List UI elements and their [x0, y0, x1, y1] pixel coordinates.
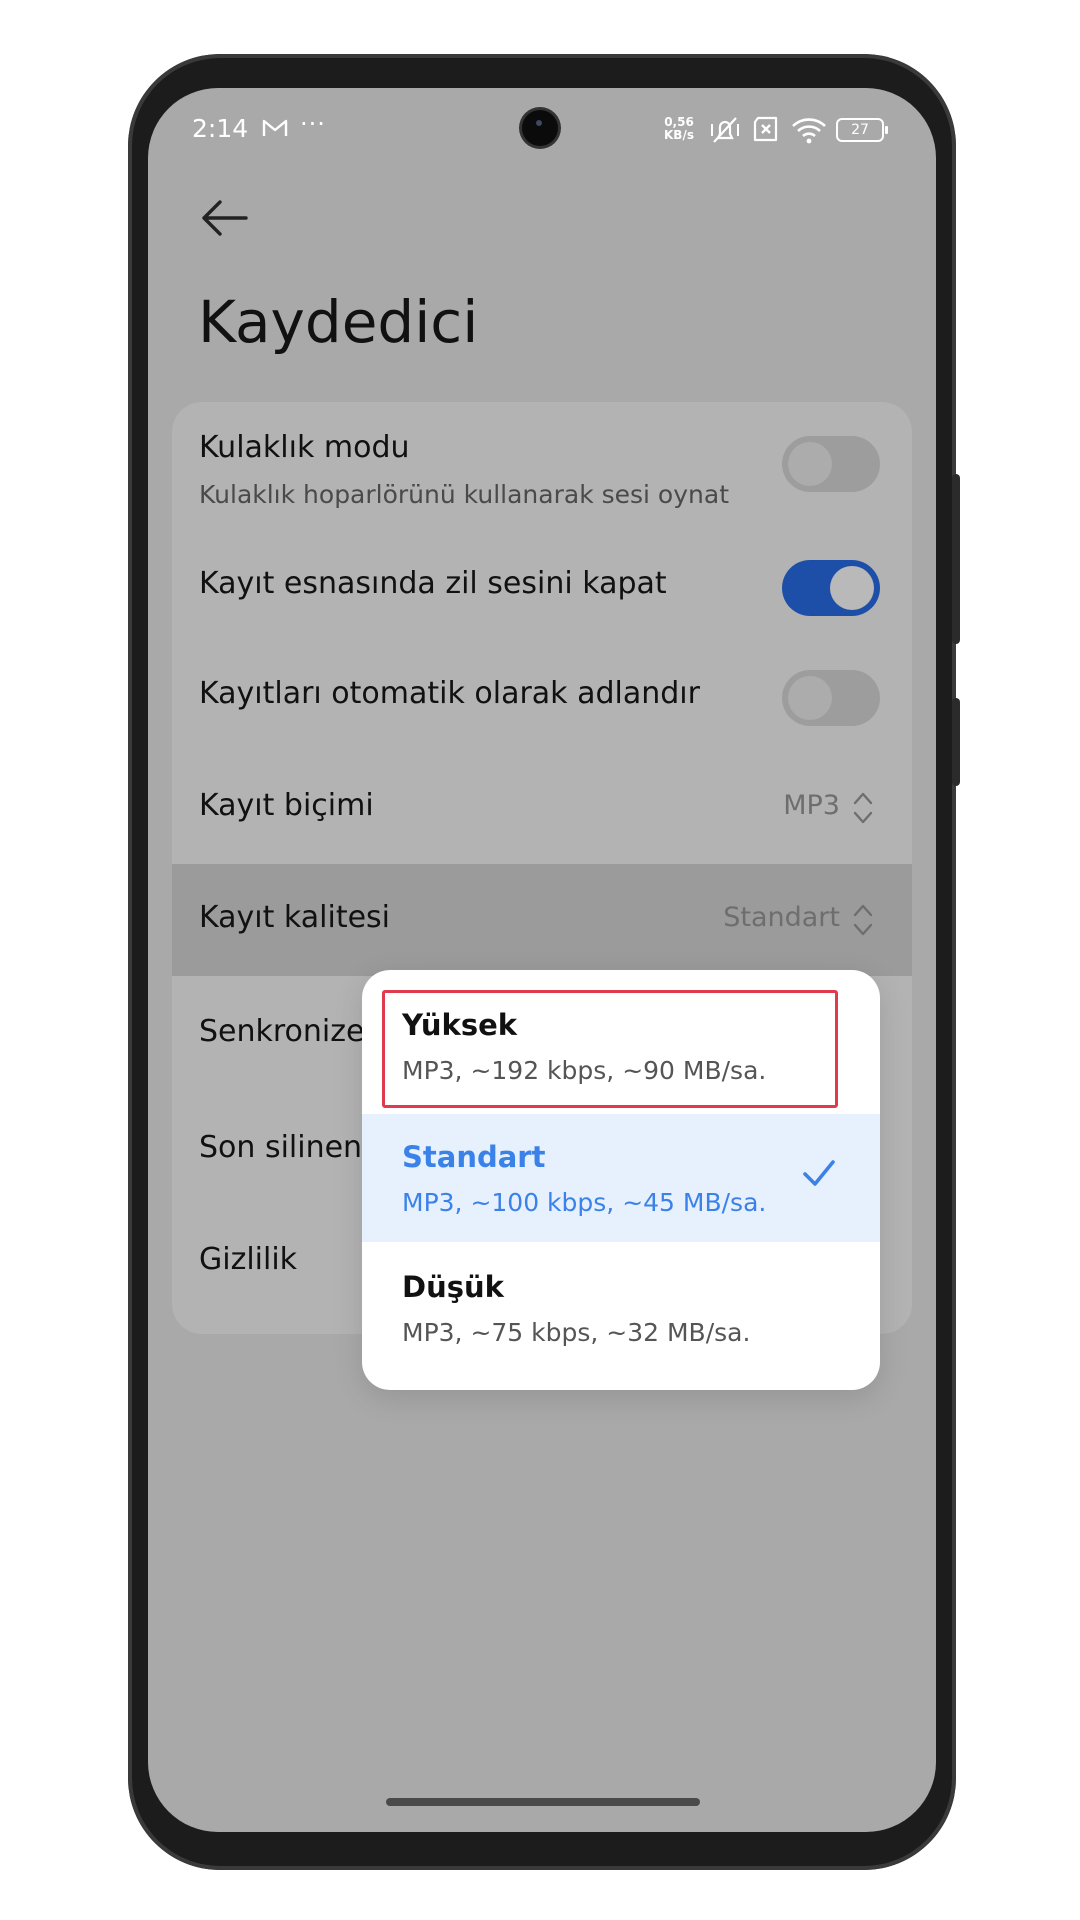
chevron-updown-icon: [853, 904, 873, 936]
quality-value: Standart: [723, 902, 840, 933]
mute-ringer-toggle[interactable]: [782, 560, 880, 616]
setting-title: Kulaklık modu: [199, 430, 410, 465]
status-bar: 2:14 ··· 0,56 KB/s 27: [148, 88, 936, 174]
wifi-icon: [792, 118, 826, 144]
setting-subtitle: Kulaklık hoparlörünü kullanarak sesi oyn…: [199, 480, 729, 509]
volume-button: [952, 474, 960, 644]
check-icon: [803, 1160, 835, 1186]
option-title: Standart: [402, 1140, 546, 1174]
more-dots-icon: ···: [300, 110, 326, 138]
setting-title: Senkronize: [199, 1014, 365, 1049]
setting-title: Gizlilik: [199, 1242, 298, 1277]
toggle-knob: [788, 676, 832, 720]
screen: 2:14 ··· 0,56 KB/s 27 Kaydedici Kulaklık…: [148, 88, 936, 1832]
sim-x-icon: [753, 116, 778, 142]
setting-title: Kayıt kalitesi: [199, 900, 391, 935]
status-time: 2:14: [192, 114, 249, 143]
chevron-updown-icon: [853, 792, 873, 824]
home-indicator[interactable]: [386, 1798, 700, 1806]
format-value: MP3: [783, 790, 840, 821]
setting-title: Kayıtları otomatik olarak adlandır: [199, 676, 700, 711]
battery-icon: 27: [836, 118, 888, 142]
toggle-knob: [788, 442, 832, 486]
setting-mute-ringer[interactable]: Kayıt esnasında zil sesini kapat: [172, 532, 912, 642]
gmail-icon: [262, 119, 288, 136]
network-speed: 0,56 KB/s: [664, 116, 694, 142]
power-button: [952, 698, 960, 786]
setting-auto-name[interactable]: Kayıtları otomatik olarak adlandır: [172, 642, 912, 752]
setting-quality[interactable]: Kayıt kalitesi Standart: [172, 864, 912, 976]
headphone-mode-toggle[interactable]: [782, 436, 880, 492]
setting-title: Son silinen: [199, 1130, 363, 1165]
option-subtitle: MP3, ~75 kbps, ~32 MB/sa.: [402, 1318, 751, 1347]
vibrate-off-icon: [711, 117, 739, 143]
highlight-box: [382, 990, 838, 1108]
arrow-left-icon[interactable]: [198, 196, 250, 240]
option-title: Düşük: [402, 1270, 504, 1304]
setting-title: Kayıt biçimi: [199, 788, 374, 823]
page-title: Kaydedici: [198, 288, 479, 356]
quality-option-standard[interactable]: Standart MP3, ~100 kbps, ~45 MB/sa.: [362, 1114, 880, 1242]
setting-title: Kayıt esnasında zil sesini kapat: [199, 566, 667, 601]
front-camera: [522, 110, 558, 146]
toggle-knob: [830, 566, 874, 610]
quality-dropdown: Yüksek MP3, ~192 kbps, ~90 MB/sa. Standa…: [362, 970, 880, 1390]
network-speed-unit: KB/s: [664, 128, 694, 142]
auto-name-toggle[interactable]: [782, 670, 880, 726]
setting-format[interactable]: Kayıt biçimi MP3: [172, 752, 912, 864]
option-subtitle: MP3, ~100 kbps, ~45 MB/sa.: [402, 1188, 767, 1217]
setting-headphone-mode[interactable]: Kulaklık modu Kulaklık hoparlörünü kulla…: [172, 402, 912, 532]
quality-option-low[interactable]: Düşük MP3, ~75 kbps, ~32 MB/sa.: [362, 1244, 880, 1372]
